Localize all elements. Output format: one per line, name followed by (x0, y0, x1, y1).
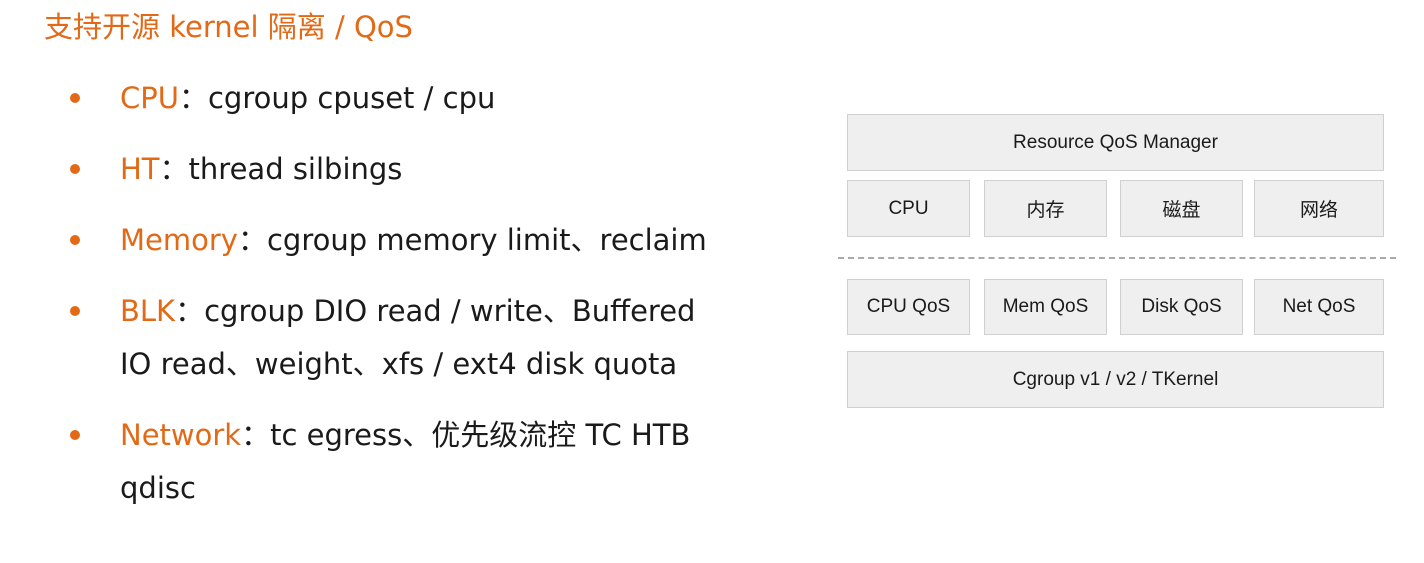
bullet-network: Network：tc egress、优先级流控 TC HTB qdisc (68, 409, 740, 515)
bullet-text: cgroup memory limit、reclaim (266, 223, 707, 257)
bullet-dot-icon (70, 164, 80, 174)
bullet-text-continued: IO read、weight、xfs / ext4 disk quota (120, 347, 678, 381)
cgroup-tkernel-box: Cgroup v1 / v2 / TKernel (847, 351, 1384, 408)
bullet-text: thread silbings (188, 152, 403, 186)
qos-box-mem: Mem QoS (984, 279, 1107, 335)
resource-box-cpu: CPU (847, 180, 970, 237)
resource-box-disk: 磁盘 (1120, 180, 1243, 237)
bullet-key: HT (120, 152, 160, 186)
bullet-dot-icon (70, 93, 80, 103)
bullet-text-continued: qdisc (120, 471, 196, 505)
qos-architecture-diagram: Resource QoS Manager CPU 内存 磁盘 网络 CPU Qo… (838, 113, 1396, 413)
bullet-sep: ： (159, 152, 189, 186)
bullet-memory: Memory：cgroup memory limit、reclaim (68, 214, 740, 267)
bullet-blk: BLK：cgroup DIO read / write、Buffered IO … (68, 285, 740, 391)
qos-box-cpu: CPU QoS (847, 279, 970, 335)
bullet-ht: HT：thread silbings (68, 143, 740, 196)
bullet-list: CPU：cgroup cpuset / cpu HT：thread silbin… (68, 72, 740, 533)
bullet-key: Memory (120, 223, 238, 257)
bullet-sep: ： (237, 223, 267, 257)
bullet-sep: ： (241, 418, 271, 452)
bullet-dot-icon (70, 306, 80, 316)
resource-qos-manager-box: Resource QoS Manager (847, 114, 1384, 171)
bullet-key: Network (120, 418, 242, 452)
bullet-text: cgroup DIO read / write、Buffered (204, 294, 696, 328)
bullet-sep: ： (175, 294, 205, 328)
bullet-key: CPU (120, 81, 179, 115)
bullet-key: BLK (120, 294, 176, 328)
bullet-dot-icon (70, 430, 80, 440)
qos-box-net: Net QoS (1254, 279, 1384, 335)
bullet-dot-icon (70, 235, 80, 245)
resource-box-network: 网络 (1254, 180, 1384, 237)
qos-box-disk: Disk QoS (1120, 279, 1243, 335)
bullet-text: tc egress、优先级流控 TC HTB (270, 418, 691, 452)
resource-box-memory: 内存 (984, 180, 1107, 237)
bullet-cpu: CPU：cgroup cpuset / cpu (68, 72, 740, 125)
bullet-sep: ： (178, 81, 208, 115)
page-title: 支持开源 kernel 隔离 / QoS (44, 10, 413, 44)
dashed-divider (838, 257, 1396, 259)
bullet-text: cgroup cpuset / cpu (207, 81, 496, 115)
